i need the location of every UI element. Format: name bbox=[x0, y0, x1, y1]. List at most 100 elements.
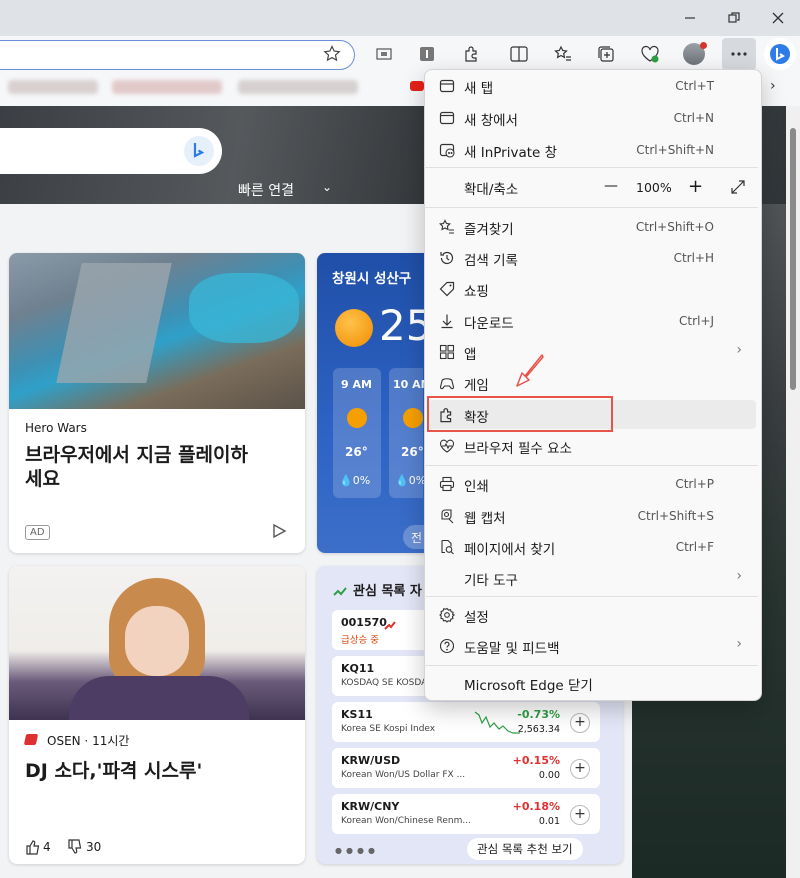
menu-item-find-on-page[interactable]: 페이지에서 찾기 Ctrl+F bbox=[428, 532, 756, 562]
menu-label: 페이지에서 찾기 bbox=[464, 542, 556, 558]
profile-button[interactable] bbox=[680, 40, 708, 68]
menu-item-inprivate[interactable]: 새 InPrivate 창 Ctrl+Shift+N bbox=[428, 135, 756, 165]
menu-label: 브라우저 필수 요소 bbox=[464, 441, 572, 457]
menu-item-favorites[interactable]: 즐겨찾기 Ctrl+Shift+O bbox=[428, 212, 756, 242]
sparkline bbox=[474, 708, 522, 740]
menu-item-games[interactable]: 게임 bbox=[428, 368, 756, 398]
menu-item-browser-essentials[interactable]: 브라우저 필수 요소 bbox=[428, 431, 756, 461]
reader-button[interactable] bbox=[370, 40, 398, 68]
menu-separator bbox=[424, 207, 758, 208]
add-to-watchlist-button[interactable]: + bbox=[570, 759, 590, 779]
stock-name: Korean Won/Chinese Renm... bbox=[341, 816, 471, 826]
menu-shortcut: Ctrl+N bbox=[673, 111, 714, 125]
annotation-arrow-icon bbox=[512, 352, 548, 392]
menu-separator bbox=[424, 167, 758, 168]
favorites-button[interactable] bbox=[549, 40, 577, 68]
watchlist-title: 관심 목록 자 bbox=[353, 584, 422, 599]
copilot-button[interactable] bbox=[764, 38, 796, 70]
inprivate-icon bbox=[438, 141, 456, 159]
scrollbar-thumb[interactable] bbox=[790, 128, 796, 390]
stock-row[interactable]: KS11 Korea SE Kospi Index -0.73% 2,563.3… bbox=[332, 702, 600, 742]
menu-label: 게임 bbox=[464, 378, 489, 394]
minimize-button[interactable] bbox=[668, 0, 712, 36]
hourly-tile[interactable]: 10 AM 26° 💧0% bbox=[389, 368, 432, 498]
menu-label: 새 탭 bbox=[464, 81, 494, 97]
extensions-button[interactable] bbox=[458, 40, 486, 68]
split-screen-icon bbox=[510, 46, 528, 62]
stock-row[interactable]: KRW/USD Korean Won/US Dollar FX ... +0.1… bbox=[332, 748, 600, 788]
close-window-button[interactable] bbox=[756, 0, 800, 36]
settings-and-more-button[interactable] bbox=[722, 38, 756, 70]
favorite-item[interactable] bbox=[8, 80, 98, 94]
ad-choices-icon[interactable] bbox=[271, 523, 287, 543]
sun-icon bbox=[335, 309, 373, 347]
menu-item-history[interactable]: 검색 기록 Ctrl+H bbox=[428, 243, 756, 273]
favorite-item[interactable] bbox=[112, 80, 222, 94]
collections-button[interactable] bbox=[592, 40, 620, 68]
stock-symbol: KQ11 bbox=[341, 662, 375, 675]
chevron-down-icon[interactable]: ⌄ bbox=[322, 180, 332, 194]
stock-symbol: 001570 bbox=[341, 616, 387, 629]
menu-label: 쇼핑 bbox=[464, 284, 489, 300]
zoom-in-button[interactable]: + bbox=[688, 176, 703, 197]
menu-item-help-feedback[interactable]: 도움말 및 피드백 › bbox=[428, 631, 756, 661]
watchlist-recommend-button[interactable]: 관심 목록 추천 보기 bbox=[467, 838, 583, 860]
menu-item-close-edge[interactable]: Microsoft Edge 닫기 bbox=[428, 668, 756, 698]
bing-search-button[interactable] bbox=[184, 136, 214, 166]
hour-temp: 26° bbox=[345, 445, 368, 459]
menu-label: 새 InPrivate 창 bbox=[464, 145, 558, 161]
add-favorite-button[interactable] bbox=[318, 40, 346, 68]
games-icon bbox=[438, 374, 456, 392]
chevron-right-icon: › bbox=[736, 342, 742, 358]
youtube-icon[interactable] bbox=[410, 81, 424, 91]
comment-count: 30 bbox=[86, 840, 102, 854]
menu-item-shopping[interactable]: 쇼핑 bbox=[428, 274, 756, 304]
zoom-level: 100% bbox=[636, 180, 672, 195]
menu-shortcut: Ctrl+J bbox=[679, 314, 714, 328]
menu-item-downloads[interactable]: 다운로드 Ctrl+J bbox=[428, 306, 756, 336]
menu-item-new-tab[interactable]: 새 탭 Ctrl+T bbox=[428, 71, 756, 101]
restore-icon bbox=[728, 12, 740, 23]
minimize-icon bbox=[685, 17, 695, 19]
stock-price: 0.01 bbox=[538, 816, 560, 827]
browser-essentials-button[interactable] bbox=[636, 40, 664, 68]
pager-dots[interactable]: ●●●● bbox=[335, 846, 379, 855]
menu-item-apps[interactable]: 앱 › bbox=[428, 337, 756, 367]
ad-card[interactable]: Hero Wars 브라우저에서 지금 플레이하 세요 AD bbox=[9, 253, 305, 553]
sun-icon bbox=[347, 408, 367, 428]
fullscreen-icon[interactable] bbox=[730, 179, 746, 199]
menu-item-settings[interactable]: 설정 bbox=[428, 600, 756, 630]
extension-button-1[interactable] bbox=[413, 40, 441, 68]
add-to-watchlist-button[interactable]: + bbox=[570, 805, 590, 825]
chevron-right-icon[interactable]: › bbox=[770, 78, 776, 94]
hourly-tile[interactable]: 9 AM 26° 💧0% bbox=[333, 368, 381, 498]
news-title[interactable]: DJ 소다,'파격 시스루' bbox=[25, 756, 202, 783]
menu-label: 도움말 및 피드백 bbox=[464, 641, 560, 657]
menu-item-web-capture[interactable]: 웹 캡처 Ctrl+Shift+S bbox=[428, 501, 756, 531]
add-to-watchlist-button[interactable]: + bbox=[570, 713, 590, 733]
ad-title-line1: 브라우저에서 지금 플레이하 bbox=[25, 444, 248, 466]
menu-item-new-window[interactable]: 새 창에서 Ctrl+N bbox=[428, 103, 756, 133]
dislike-icon[interactable] bbox=[67, 839, 83, 859]
history-icon bbox=[438, 249, 456, 267]
restore-button[interactable] bbox=[712, 0, 756, 36]
ad-title[interactable]: 브라우저에서 지금 플레이하 세요 bbox=[25, 443, 293, 491]
news-card[interactable]: OSEN · 11시간 DJ 소다,'파격 시스루' 4 30 bbox=[9, 566, 305, 864]
web-capture-icon bbox=[438, 507, 456, 525]
quick-links-toggle[interactable]: 빠른 연결 bbox=[238, 180, 294, 200]
menu-item-more-tools[interactable]: 기타 도구 › bbox=[428, 563, 756, 593]
find-icon bbox=[438, 538, 456, 556]
zoom-out-button[interactable]: — bbox=[604, 178, 618, 194]
stock-name: Korea SE Kospi Index bbox=[341, 724, 436, 734]
menu-label: 설정 bbox=[464, 610, 489, 626]
split-screen-button[interactable] bbox=[505, 40, 533, 68]
favorite-item[interactable] bbox=[238, 80, 358, 94]
address-bar[interactable] bbox=[0, 40, 355, 70]
stock-row[interactable]: KRW/CNY Korean Won/Chinese Renm... +0.18… bbox=[332, 794, 600, 834]
hot-icon bbox=[384, 616, 396, 635]
hour-precip: 💧0% bbox=[339, 474, 371, 487]
menu-item-print[interactable]: 인쇄 Ctrl+P bbox=[428, 469, 756, 499]
like-icon[interactable] bbox=[25, 839, 41, 859]
stock-change: +0.15% bbox=[512, 754, 560, 767]
hour-precip: 💧0% bbox=[395, 474, 427, 487]
